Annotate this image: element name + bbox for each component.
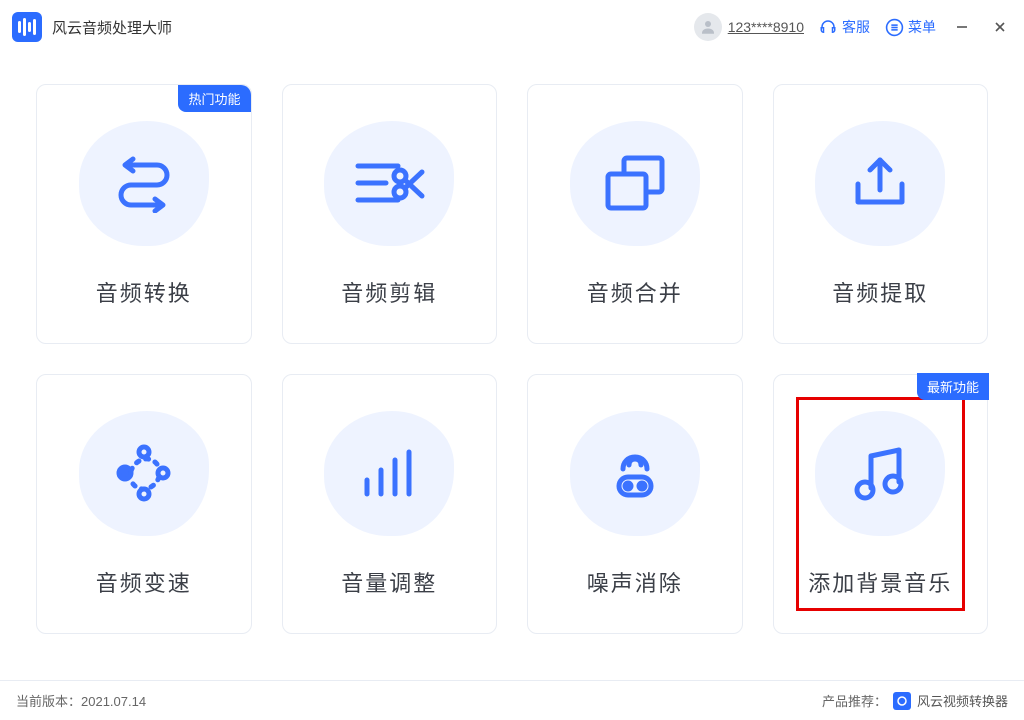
minimize-button[interactable] [950, 15, 974, 39]
recommend-label: 产品推荐： [822, 691, 887, 710]
card-label: 音频转换 [96, 276, 192, 308]
app-title: 风云音频处理大师 [52, 17, 172, 38]
card-label: 音频合并 [587, 276, 683, 308]
titlebar: 风云音频处理大师 123****8910 客服 菜单 [0, 0, 1024, 54]
volume-icon [324, 411, 454, 536]
feature-grid: 热门功能 音频转换 音频剪辑 音频合并 音频提取 音频变速 音量调整 [0, 54, 1024, 654]
card-label: 音频变速 [96, 566, 192, 598]
card-label: 添加背景音乐 [808, 566, 952, 598]
close-icon [993, 20, 1007, 34]
card-label: 音量调整 [341, 566, 437, 598]
menu-button[interactable]: 菜单 [884, 17, 936, 37]
headset-icon [818, 17, 838, 37]
user-name[interactable]: 123****8910 [728, 19, 804, 35]
card-audio-convert[interactable]: 热门功能 音频转换 [36, 84, 252, 344]
extract-icon [815, 121, 945, 246]
card-audio-extract[interactable]: 音频提取 [773, 84, 989, 344]
recommend-app-name[interactable]: 风云视频转换器 [917, 691, 1008, 710]
card-audio-speed[interactable]: 音频变速 [36, 374, 252, 634]
speed-icon [79, 411, 209, 536]
user-avatar-icon [694, 13, 722, 41]
menu-list-icon [884, 17, 904, 37]
support-button[interactable]: 客服 [818, 17, 870, 37]
app-logo-icon [12, 12, 42, 42]
badge-hot: 热门功能 [178, 85, 250, 112]
recommend-app-icon [893, 692, 911, 710]
card-noise-remove[interactable]: 噪声消除 [527, 374, 743, 634]
user-account[interactable]: 123****8910 [694, 13, 804, 41]
card-label: 音频提取 [832, 276, 928, 308]
convert-icon [79, 121, 209, 246]
minimize-icon [955, 20, 969, 34]
card-label: 噪声消除 [587, 566, 683, 598]
close-button[interactable] [988, 15, 1012, 39]
footer: 当前版本：2021.07.14 产品推荐： 风云视频转换器 [0, 680, 1024, 720]
card-audio-merge[interactable]: 音频合并 [527, 84, 743, 344]
version-label: 当前版本：2021.07.14 [16, 691, 146, 710]
badge-new: 最新功能 [917, 373, 989, 400]
merge-icon [570, 121, 700, 246]
card-label: 音频剪辑 [341, 276, 437, 308]
music-icon [815, 411, 945, 536]
cut-icon [324, 121, 454, 246]
card-audio-cut[interactable]: 音频剪辑 [282, 84, 498, 344]
noise-icon [570, 411, 700, 536]
menu-label: 菜单 [908, 17, 936, 37]
card-volume-adjust[interactable]: 音量调整 [282, 374, 498, 634]
card-add-bgm[interactable]: 最新功能 添加背景音乐 [773, 374, 989, 634]
support-label: 客服 [842, 17, 870, 37]
